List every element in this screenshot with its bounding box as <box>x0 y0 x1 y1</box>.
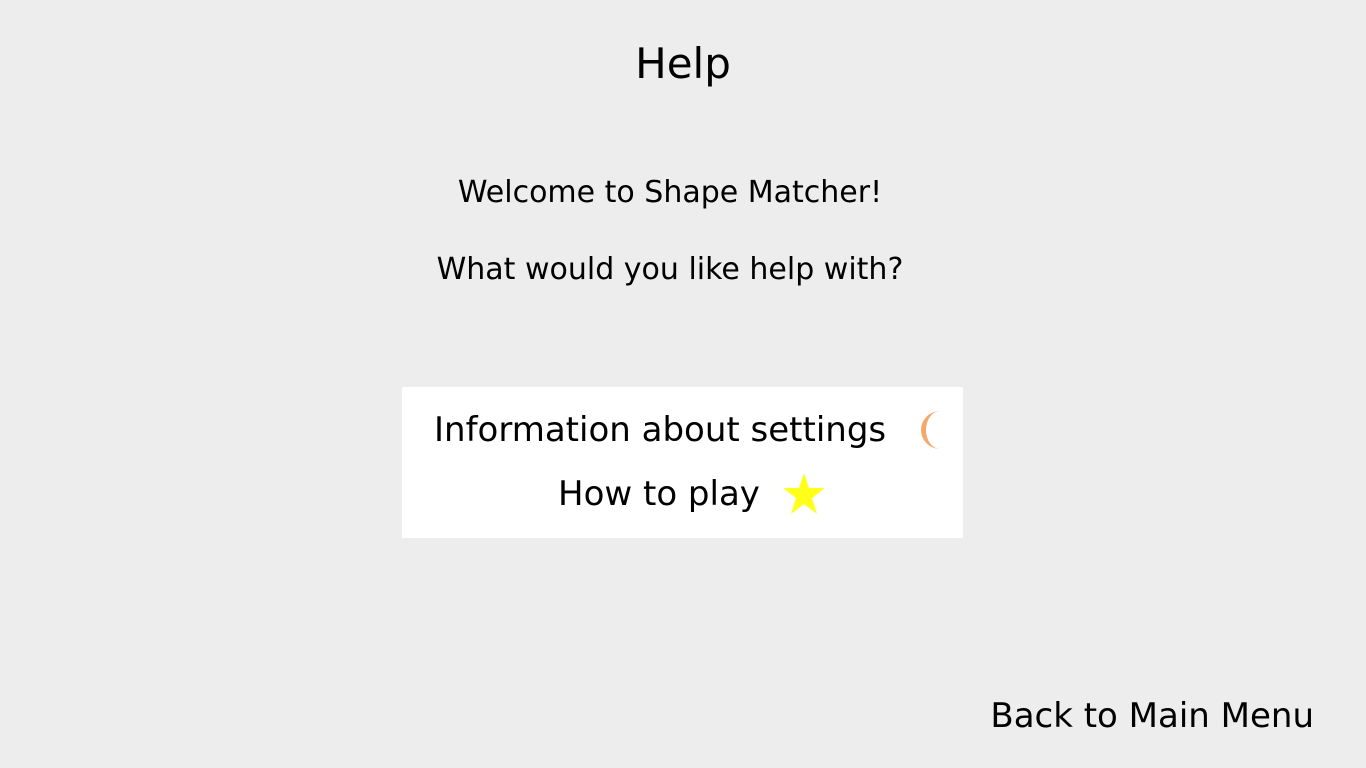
how-to-play-option[interactable]: How to play <box>558 472 826 516</box>
back-to-main-menu-link[interactable]: Back to Main Menu <box>990 694 1314 738</box>
star-icon <box>782 472 826 516</box>
help-page: Help Welcome to Shape Matcher! What woul… <box>0 0 1366 768</box>
help-question: What would you like help with? <box>436 252 904 287</box>
settings-info-label: Information about settings <box>434 410 887 450</box>
help-options-panel: Information about settings How to play <box>402 387 963 538</box>
how-to-play-label: How to play <box>558 474 760 514</box>
welcome-text: Welcome to Shape Matcher! <box>457 175 883 210</box>
moon-icon <box>914 410 954 450</box>
settings-info-option[interactable]: Information about settings <box>434 408 954 452</box>
page-title: Help <box>635 39 731 88</box>
